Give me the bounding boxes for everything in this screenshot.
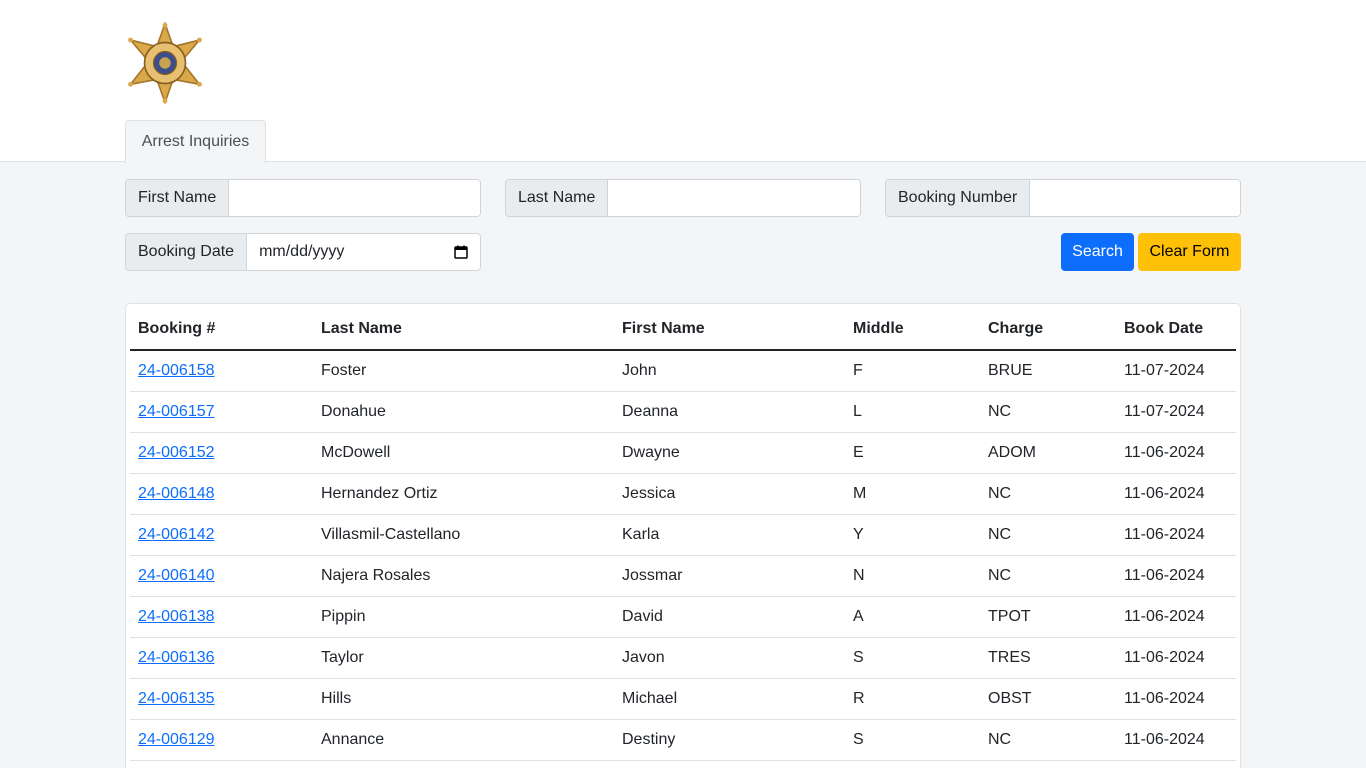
charge-cell: NC (980, 473, 1116, 515)
middle-cell: F (845, 350, 980, 392)
first-name-cell: Dwayne (614, 432, 845, 474)
booking-link[interactable]: 24-006152 (138, 444, 215, 461)
last-name-cell: Pippin (313, 596, 614, 638)
middle-cell: L (845, 391, 980, 433)
charge-cell: NC (980, 514, 1116, 556)
first-name-cell: Jossmar (614, 555, 845, 597)
col-middle: Middle (845, 308, 980, 351)
booking-link[interactable]: 24-006140 (138, 567, 215, 584)
table-row: 24-006152 McDowell Dwayne E ADOM 11-06-2… (130, 432, 1236, 474)
last-name-cell: McDowell (313, 432, 614, 474)
charge-cell: OBST (980, 678, 1116, 720)
table-header-row: Booking # Last Name First Name Middle Ch… (130, 308, 1236, 351)
booking-date-placeholder: mm/dd/yyyy (259, 243, 345, 260)
first-name-cell: Javon (614, 637, 845, 679)
charge-cell: ADOM (980, 432, 1116, 474)
table-row: 24-006140 Najera Rosales Jossmar N NC 11… (130, 555, 1236, 597)
book-date-cell: 11-07-2024 (1116, 350, 1236, 392)
first-name-cell: Karla (614, 514, 845, 556)
calendar-icon[interactable] (454, 245, 468, 259)
charge-cell: BRUE (980, 350, 1116, 392)
table-row: 24-006129 Annance Destiny S NC 11-06-202… (130, 719, 1236, 761)
first-name-cell: Michael (614, 678, 845, 720)
table-row: 24-006138 Pippin David A TPOT 11-06-2024 (130, 596, 1236, 638)
first-name-cell: John (614, 350, 845, 392)
last-name-cell: Hernandez Ortiz (313, 473, 614, 515)
booking-link[interactable]: 24-006142 (138, 526, 215, 543)
col-first-name: First Name (614, 308, 845, 351)
charge-cell: NC (980, 555, 1116, 597)
book-date-cell: 11-06-2024 (1116, 432, 1236, 474)
table-row: 24-006142 Villasmil-Castellano Karla Y N… (130, 514, 1236, 556)
first-name-cell: Jessica (614, 473, 845, 515)
middle-cell: A (845, 596, 980, 638)
sheriff-badge-logo (128, 22, 202, 104)
middle-cell: S (845, 637, 980, 679)
book-date-cell: 11-06-2024 (1116, 473, 1236, 515)
clear-form-button[interactable]: Clear Form (1138, 233, 1241, 271)
first-name-cell: David (614, 596, 845, 638)
charge-cell: TPOT (980, 596, 1116, 638)
middle-cell: M (845, 473, 980, 515)
booking-date-label: Booking Date (126, 234, 248, 270)
first-name-label: First Name (126, 180, 230, 216)
table-row: 24-006158 Foster John F BRUE 11-07-2024 (130, 350, 1236, 392)
booking-number-group: Booking Number (885, 179, 1241, 217)
book-date-cell: 11-07-2024 (1116, 391, 1236, 433)
booking-number-label: Booking Number (886, 180, 1031, 216)
book-date-cell: 11-06-2024 (1116, 555, 1236, 597)
last-name-cell: Najera Rosales (313, 555, 614, 597)
table-row: 24-006148 Hernandez Ortiz Jessica M NC 1… (130, 473, 1236, 515)
header: Arrest Inquiries (0, 0, 1366, 163)
booking-link[interactable]: 24-006138 (138, 608, 215, 625)
first-name-input[interactable] (229, 180, 480, 216)
col-book-date: Book Date (1116, 308, 1236, 351)
middle-cell: Y (845, 514, 980, 556)
middle-cell: N (845, 555, 980, 597)
booking-link[interactable]: 24-006148 (138, 485, 215, 502)
booking-link[interactable]: 24-006158 (138, 362, 215, 379)
col-booking-number: Booking # (130, 308, 313, 351)
booking-date-input[interactable]: mm/dd/yyyy (247, 234, 480, 270)
middle-cell: S (845, 719, 980, 761)
book-date-cell: 11-06-2024 (1116, 596, 1236, 638)
charge-cell: TRES (980, 637, 1116, 679)
last-name-cell: Donahue (313, 391, 614, 433)
tab-arrest-inquiries[interactable]: Arrest Inquiries (125, 120, 266, 163)
table-row: 24-006157 Donahue Deanna L NC 11-07-2024 (130, 391, 1236, 433)
last-name-input[interactable] (608, 180, 860, 216)
col-last-name: Last Name (313, 308, 614, 351)
last-name-cell: Hills (313, 678, 614, 720)
last-name-cell: Annance (313, 719, 614, 761)
booking-number-input[interactable] (1030, 180, 1240, 216)
last-name-label: Last Name (506, 180, 609, 216)
charge-cell: NC (980, 391, 1116, 433)
table-row: 24-006136 Taylor Javon S TRES 11-06-2024 (130, 637, 1236, 679)
last-name-cell: Taylor (313, 637, 614, 679)
middle-cell: E (845, 432, 980, 474)
col-charge: Charge (980, 308, 1116, 351)
first-name-cell: Deanna (614, 391, 845, 433)
book-date-cell: 11-06-2024 (1116, 719, 1236, 761)
booking-link[interactable]: 24-006129 (138, 731, 215, 748)
last-name-group: Last Name (505, 179, 861, 217)
search-button[interactable]: Search (1061, 233, 1134, 271)
first-name-cell: Destiny (614, 719, 845, 761)
booking-link[interactable]: 24-006135 (138, 690, 215, 707)
last-name-cell: Villasmil-Castellano (313, 514, 614, 556)
charge-cell: NC (980, 719, 1116, 761)
book-date-cell: 11-06-2024 (1116, 637, 1236, 679)
table-row: 24-006135 Hills Michael R OBST 11-06-202… (130, 678, 1236, 720)
booking-link[interactable]: 24-006157 (138, 403, 215, 420)
tab-divider (266, 161, 1241, 162)
middle-cell: R (845, 678, 980, 720)
results-card: Booking # Last Name First Name Middle Ch… (125, 303, 1241, 768)
results-table: Booking # Last Name First Name Middle Ch… (130, 308, 1236, 761)
last-name-cell: Foster (313, 350, 614, 392)
booking-link[interactable]: 24-006136 (138, 649, 215, 666)
booking-date-group: Booking Date mm/dd/yyyy (125, 233, 481, 271)
book-date-cell: 11-06-2024 (1116, 678, 1236, 720)
first-name-group: First Name (125, 179, 481, 217)
book-date-cell: 11-06-2024 (1116, 514, 1236, 556)
